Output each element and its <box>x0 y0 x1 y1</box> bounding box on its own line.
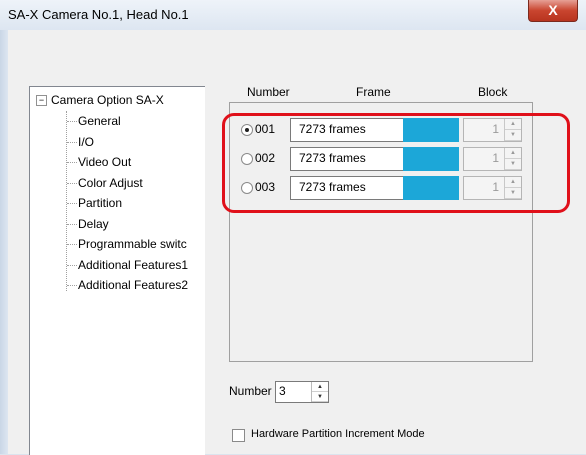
window-frame <box>0 30 8 454</box>
close-button[interactable]: X <box>528 0 578 22</box>
tree-item-additional-features-1[interactable]: Additional Features1 <box>78 258 188 272</box>
spin-up-icon[interactable]: ▲ <box>312 382 328 392</box>
column-header-block: Block <box>478 85 508 99</box>
column-header-number: Number <box>247 85 290 99</box>
tree-item-color-adjust[interactable]: Color Adjust <box>78 176 143 190</box>
hardware-partition-label[interactable]: Hardware Partition Increment Mode <box>251 428 425 440</box>
tree-root[interactable]: − Camera Option SA-X <box>36 93 164 107</box>
title-bar: SA-X Camera No.1, Head No.1 X <box>0 0 586 30</box>
dialog-window: SA-X Camera No.1, Head No.1 X − Camera Op… <box>0 0 586 455</box>
tree-branch <box>67 183 77 184</box>
spin-down-icon[interactable]: ▼ <box>312 392 328 402</box>
collapse-icon[interactable]: − <box>36 95 47 107</box>
tree-branch <box>67 162 77 163</box>
tree-connector <box>66 111 67 291</box>
tree-item-partition[interactable]: Partition <box>78 196 122 210</box>
highlight-annotation <box>222 113 570 213</box>
tree-item-video-out[interactable]: Video Out <box>78 155 131 169</box>
tree-root-label[interactable]: Camera Option SA-X <box>51 93 164 107</box>
tree-branch <box>67 224 77 225</box>
tree-item-delay[interactable]: Delay <box>78 217 109 231</box>
settings-tree[interactable]: − Camera Option SA-X General I/O Video Ou… <box>29 86 205 455</box>
tree-branch <box>67 285 77 286</box>
window-title: SA-X Camera No.1, Head No.1 <box>8 7 189 22</box>
tree-branch <box>67 203 77 204</box>
tree-branch <box>67 244 77 245</box>
number-value: 3 <box>279 384 286 398</box>
tree-branch <box>67 142 77 143</box>
number-spinner[interactable]: ▲ ▼ <box>311 382 328 402</box>
number-label: Number <box>229 384 272 398</box>
hardware-partition-checkbox[interactable] <box>232 429 245 442</box>
number-stepper[interactable]: 3 ▲ ▼ <box>275 381 329 403</box>
tree-item-general[interactable]: General <box>78 114 121 128</box>
column-header-frame: Frame <box>356 85 391 99</box>
tree-branch <box>67 121 77 122</box>
tree-item-programmable-switch[interactable]: Programmable switc <box>78 237 187 251</box>
tree-item-additional-features-2[interactable]: Additional Features2 <box>78 278 188 292</box>
tree-branch <box>67 265 77 266</box>
tree-item-io[interactable]: I/O <box>78 135 94 149</box>
